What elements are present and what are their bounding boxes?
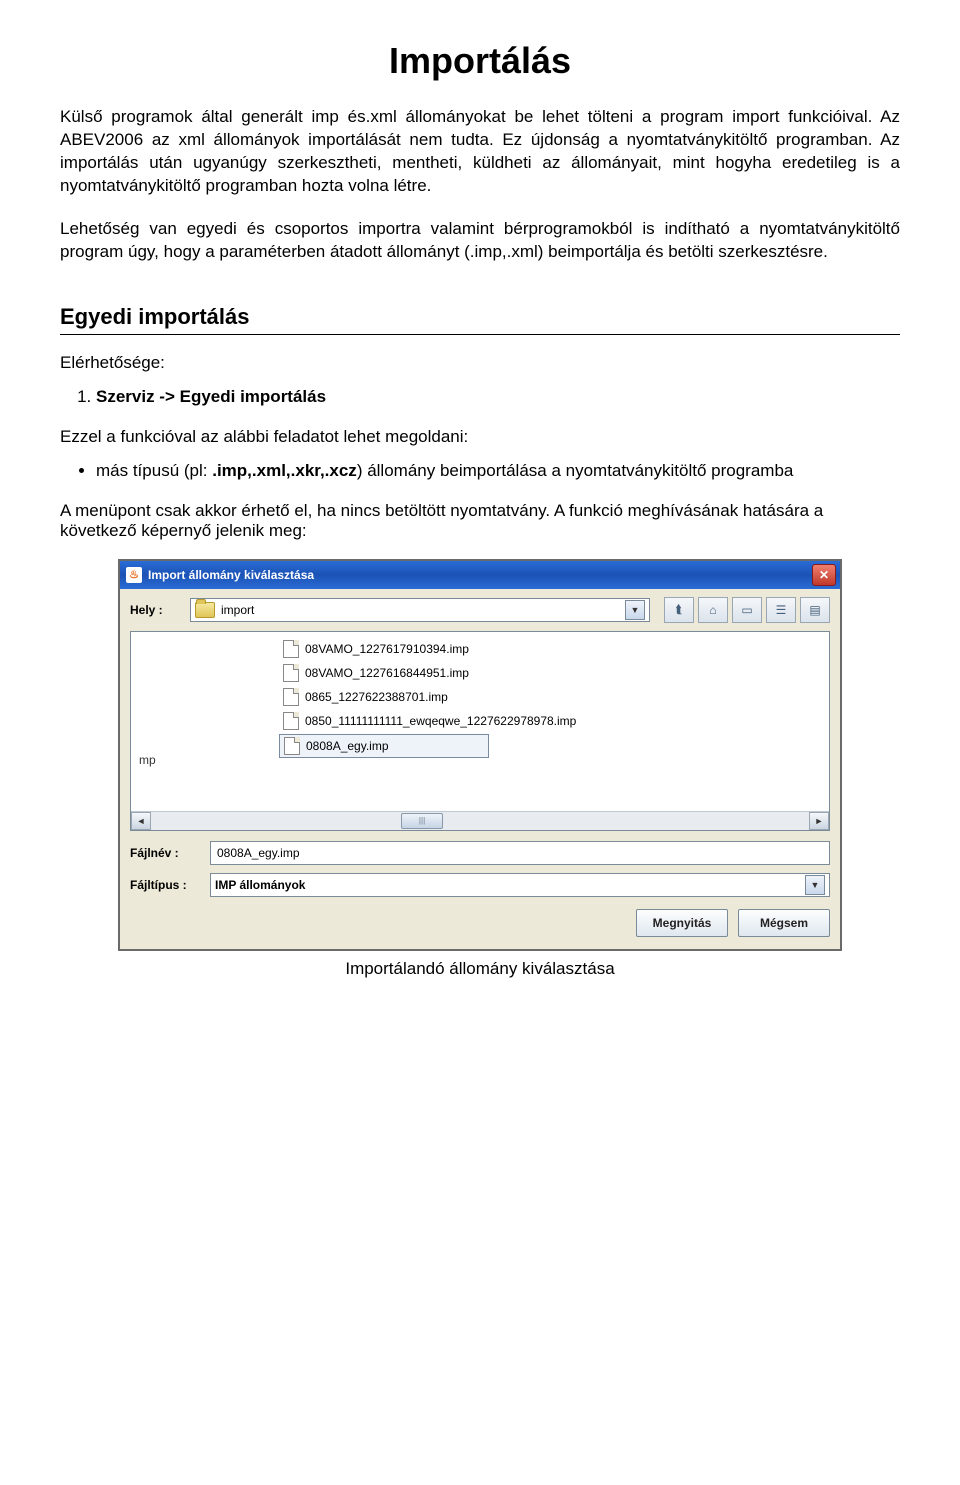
- file-item[interactable]: 0865_1227622388701.imp: [279, 686, 487, 708]
- feature-filetypes: .imp,.xml,.xkr,.xcz: [212, 461, 357, 480]
- horizontal-scrollbar[interactable]: ◄ ||| ►: [131, 811, 829, 830]
- file-icon: [283, 664, 299, 682]
- function-intro: Ezzel a funkcióval az alábbi feladatot l…: [60, 427, 900, 447]
- paragraph-intro-1: Külső programok által generált imp és.xm…: [60, 106, 900, 198]
- chevron-down-icon[interactable]: ▼: [805, 875, 825, 895]
- chevron-down-icon[interactable]: ▼: [625, 600, 645, 620]
- file-icon: [283, 712, 299, 730]
- scroll-track[interactable]: |||: [151, 813, 809, 829]
- file-chooser-dialog: ♨ Import állomány kiválasztása ✕ Hely : …: [118, 559, 842, 951]
- step-item-1: Szerviz -> Egyedi importálás: [96, 387, 900, 407]
- open-button[interactable]: Megnyitás: [636, 909, 728, 937]
- condition-text: A menüpont csak akkor érhető el, ha ninc…: [60, 501, 900, 541]
- file-icon: [283, 640, 299, 658]
- scroll-right-button[interactable]: ►: [809, 812, 829, 830]
- java-icon: ♨: [126, 567, 142, 583]
- dialog-caption: Importálandó állomány kiválasztása: [60, 959, 900, 979]
- file-item[interactable]: 08VAMO_1227616844951.imp: [279, 662, 487, 684]
- scroll-left-button[interactable]: ◄: [131, 812, 151, 830]
- feature-pre: más típusú (pl:: [96, 461, 208, 480]
- dialog-title: Import állomány kiválasztása: [148, 568, 812, 582]
- view-list-button[interactable]: ☰: [766, 597, 796, 623]
- files-column[interactable]: 08VAMO_1227617910394.imp 08VAMO_122761684…: [271, 638, 829, 811]
- new-folder-button[interactable]: ▭: [732, 597, 762, 623]
- file-item[interactable]: 08VAMO_1227617910394.imp: [279, 638, 487, 660]
- location-value: import: [221, 603, 625, 617]
- list-view-icon: ☰: [776, 603, 787, 617]
- file-item[interactable]: 0808A_egy.imp: [279, 734, 489, 758]
- file-icon: [284, 737, 300, 755]
- file-name: 0808A_egy.imp: [306, 739, 389, 753]
- dialog-titlebar[interactable]: ♨ Import állomány kiválasztása ✕: [120, 561, 840, 589]
- steps-list: Szerviz -> Egyedi importálás: [60, 387, 900, 407]
- close-button[interactable]: ✕: [812, 564, 836, 586]
- file-name: 0850_11111111111_ewqeqwe_1227622978978.i…: [305, 714, 576, 728]
- up-folder-icon: ⮬: [675, 602, 682, 617]
- paragraph-intro-2: Lehetőség van egyedi és csoportos import…: [60, 218, 900, 264]
- filename-value: 0808A_egy.imp: [217, 846, 300, 860]
- section-heading-egyedi: Egyedi importálás: [60, 304, 900, 330]
- section-divider: [60, 334, 900, 335]
- home-button[interactable]: ⌂: [698, 597, 728, 623]
- file-name: 0865_1227622388701.imp: [305, 690, 448, 704]
- chooser-toolbar: ⮬ ⌂ ▭ ☰ ▤: [664, 597, 830, 623]
- up-folder-button[interactable]: ⮬: [664, 597, 694, 623]
- file-name: 08VAMO_1227617910394.imp: [305, 642, 469, 656]
- feature-list: más típusú (pl: .imp,.xml,.xkr,.xcz) áll…: [60, 461, 900, 481]
- feature-post: ) állomány beimportálása a nyomtatványki…: [357, 461, 794, 480]
- file-icon: [283, 688, 299, 706]
- view-details-button[interactable]: ▤: [800, 597, 830, 623]
- details-view-icon: ▤: [809, 603, 820, 617]
- filetype-value: IMP állományok: [215, 878, 805, 892]
- new-folder-icon: ▭: [741, 603, 752, 617]
- file-list-pane: mp 08VAMO_1227617910394.imp08VAMO_122761…: [130, 631, 830, 831]
- file-item[interactable]: 0850_11111111111_ewqeqwe_1227622978978.i…: [279, 710, 580, 732]
- home-icon: ⌂: [709, 603, 716, 617]
- feature-item-1: más típusú (pl: .imp,.xml,.xkr,.xcz) áll…: [96, 461, 900, 481]
- location-combo[interactable]: import ▼: [190, 598, 650, 622]
- step-1-text: Szerviz -> Egyedi importálás: [96, 387, 326, 406]
- filetype-combo[interactable]: IMP állományok ▼: [210, 873, 830, 897]
- scroll-thumb[interactable]: |||: [401, 813, 443, 829]
- cancel-button[interactable]: Mégsem: [738, 909, 830, 937]
- close-icon: ✕: [819, 568, 829, 582]
- places-label: mp: [139, 753, 156, 767]
- page-title: Importálás: [60, 40, 900, 82]
- folder-icon: [195, 602, 215, 618]
- filename-input[interactable]: 0808A_egy.imp: [210, 841, 830, 865]
- file-name: 08VAMO_1227616844951.imp: [305, 666, 469, 680]
- filetype-label: Fájltípus :: [130, 878, 202, 892]
- places-column: mp: [131, 638, 271, 811]
- filename-label: Fájlnév :: [130, 846, 202, 860]
- reachability-label: Elérhetősége:: [60, 353, 900, 373]
- location-label: Hely :: [130, 603, 182, 617]
